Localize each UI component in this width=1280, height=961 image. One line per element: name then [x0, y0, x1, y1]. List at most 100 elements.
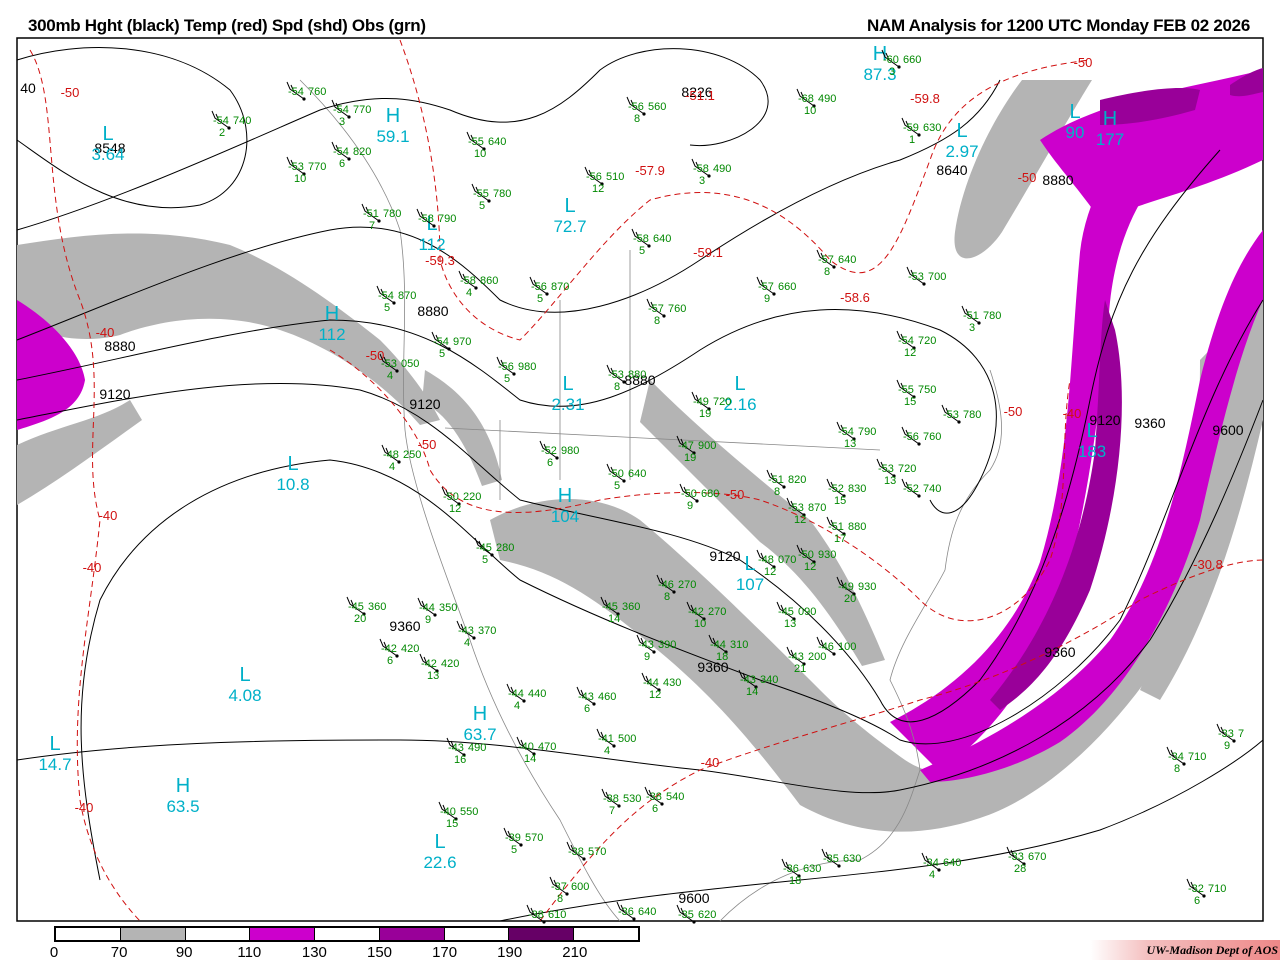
station-height: 630 — [923, 122, 941, 134]
station-height: 660 — [903, 54, 921, 66]
height-contour-label: 9600 — [678, 890, 709, 906]
station-height: 740 — [923, 483, 941, 495]
station-temp: -54 — [898, 335, 914, 347]
station-dewpoint-depression: 8 — [664, 591, 670, 603]
station-dewpoint-depression: 8 — [774, 486, 780, 498]
station-height: 430 — [663, 677, 681, 689]
station-dewpoint-depression: 8 — [614, 381, 620, 393]
pressure-center-low: L — [434, 831, 445, 853]
station-temp: -44 — [643, 677, 659, 689]
station-temp: -51 — [828, 521, 844, 533]
station-temp: -38 — [568, 846, 584, 858]
pressure-center-high: H — [386, 105, 400, 127]
temp-contour-label: -50 — [61, 85, 80, 100]
colorbar-label: 110 — [237, 944, 262, 961]
station-temp: -50 — [681, 488, 697, 500]
station-temp: -59 — [903, 122, 919, 134]
station-height: 660 — [778, 281, 796, 293]
station-temp: -51 — [963, 310, 979, 322]
temp-contour-label: -50 — [1018, 170, 1037, 185]
station-height: 700 — [928, 271, 946, 283]
station-dewpoint-depression: 15 — [904, 396, 916, 408]
station-dewpoint-depression: 5 — [482, 554, 488, 566]
station-dewpoint-depression: 6 — [584, 703, 590, 715]
station-dewpoint-depression: 8 — [654, 315, 660, 327]
station-dewpoint-depression: 4 — [387, 370, 393, 382]
pressure-center-value: 112 — [318, 325, 345, 344]
colorbar-swatch — [444, 928, 510, 940]
station-height: 900 — [698, 440, 716, 452]
station-dewpoint-depression: 16 — [454, 754, 466, 766]
station-height: 640 — [838, 254, 856, 266]
station-temp: -48 — [383, 449, 399, 461]
station-height: 570 — [588, 846, 606, 858]
station-temp: -44 — [508, 688, 524, 700]
station-dewpoint-depression: 13 — [427, 670, 439, 682]
pressure-center-value: 63.5 — [166, 797, 199, 816]
station-dewpoint-depression: 6 — [652, 803, 658, 815]
station-dewpoint-depression: 5 — [504, 373, 510, 385]
station-dewpoint-depression: 9 — [687, 500, 693, 512]
station-dewpoint-depression: 10 — [294, 173, 306, 185]
station-dewpoint-depression: 4 — [604, 745, 610, 757]
station-dewpoint-depression: 5 — [439, 348, 445, 360]
temp-contour-label: -40 — [99, 508, 118, 523]
station-dewpoint-depression: 9 — [644, 651, 650, 663]
station-dewpoint-depression: 5 — [639, 245, 645, 257]
station-temp: -42 — [381, 643, 397, 655]
pressure-center-value: 112 — [418, 235, 445, 254]
station-dewpoint-depression: 7 — [609, 805, 615, 817]
station-height: 760 — [308, 86, 326, 98]
station-dewpoint-depression: 3 — [969, 322, 975, 334]
station-dewpoint-depression: 4 — [464, 637, 470, 649]
station-temp: -36 — [618, 906, 634, 918]
station-dewpoint-depression: 10 — [804, 105, 816, 117]
station-dewpoint-depression: 9 — [764, 293, 770, 305]
station-height: 100 — [838, 641, 856, 653]
station-height: 880 — [628, 369, 646, 381]
station-dewpoint-depression: 19 — [699, 408, 711, 420]
station-height: 620 — [698, 909, 716, 921]
station-dewpoint-depression: 19 — [684, 452, 696, 464]
station-height: 360 — [622, 601, 640, 613]
station-height: 820 — [788, 474, 806, 486]
station-height: 310 — [730, 639, 748, 651]
station-dewpoint-depression: 6 — [1194, 895, 1200, 907]
station-height: 470 — [538, 741, 556, 753]
station-temp: -53 — [908, 271, 924, 283]
station-temp: -37 — [551, 881, 567, 893]
temp-contour-label: -40 — [83, 560, 102, 575]
pressure-center-low: L — [956, 120, 967, 142]
station-temp: -50 — [443, 491, 459, 503]
station-height: 750 — [918, 384, 936, 396]
wind-speed-colorbar — [54, 926, 640, 942]
station-height: 760 — [668, 303, 686, 315]
station-height: 720 — [898, 463, 916, 475]
pressure-center-low: L — [1069, 101, 1080, 123]
temp-contour-label: -40 — [701, 755, 720, 770]
pressure-center-high: H — [473, 703, 487, 725]
station-height: 710 — [1188, 751, 1206, 763]
temp-contour-label: -59.8 — [910, 91, 940, 106]
station-temp: -35 — [823, 853, 839, 865]
station-temp: -52 — [541, 445, 557, 457]
station-dewpoint-depression: 3 — [699, 175, 705, 187]
station-dewpoint-depression: 12 — [592, 183, 604, 195]
station-dewpoint-depression: 7 — [369, 220, 375, 232]
station-temp: -58 — [418, 213, 434, 225]
station-dewpoint-depression: 12 — [904, 347, 916, 359]
station-temp: -56 — [498, 361, 514, 373]
station-dewpoint-depression: 4 — [929, 869, 935, 881]
station-temp: -40 — [440, 806, 456, 818]
station-height: 790 — [438, 213, 456, 225]
station-temp: -68 — [798, 93, 814, 105]
station-temp: -36 — [783, 863, 799, 875]
station-height: 540 — [666, 791, 684, 803]
pressure-center-high: H — [176, 775, 190, 797]
station-temp: -44 — [710, 639, 726, 651]
station-dewpoint-depression: 10 — [474, 148, 486, 160]
pressure-center-value: 183 — [1078, 442, 1106, 461]
station-temp: -53 — [788, 502, 804, 514]
station-height: 930 — [818, 549, 836, 561]
weather-map: 8548822686408880888088808880912091209120… — [16, 37, 1264, 924]
